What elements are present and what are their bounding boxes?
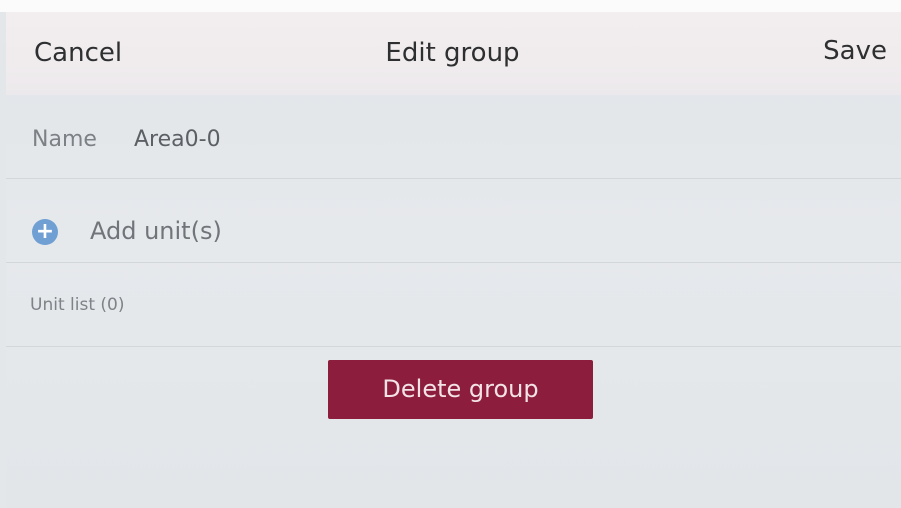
save-button[interactable]: Save <box>823 36 887 66</box>
page-title-text: Edit group <box>385 38 520 68</box>
name-label: Name <box>32 127 97 152</box>
page-title: Edit group <box>6 38 901 68</box>
group-name-row[interactable]: Name Area0-0 <box>6 95 901 179</box>
unit-list-row: Unit list (0) <box>6 263 901 347</box>
add-units-button[interactable]: Add unit(s) <box>90 217 222 245</box>
edit-group-screen: Cancel Edit group Save Name Area0-0 + Ad… <box>6 12 901 508</box>
group-name-field[interactable]: Area0-0 <box>134 127 221 152</box>
delete-group-button[interactable]: Delete group <box>328 360 593 419</box>
add-units-row[interactable]: + Add unit(s) <box>6 179 901 263</box>
header-bar: Cancel Edit group Save <box>6 12 901 95</box>
top-bezel <box>0 0 901 12</box>
unit-list-label: Unit list (0) <box>30 295 125 315</box>
plus-circle-icon[interactable]: + <box>32 219 58 245</box>
